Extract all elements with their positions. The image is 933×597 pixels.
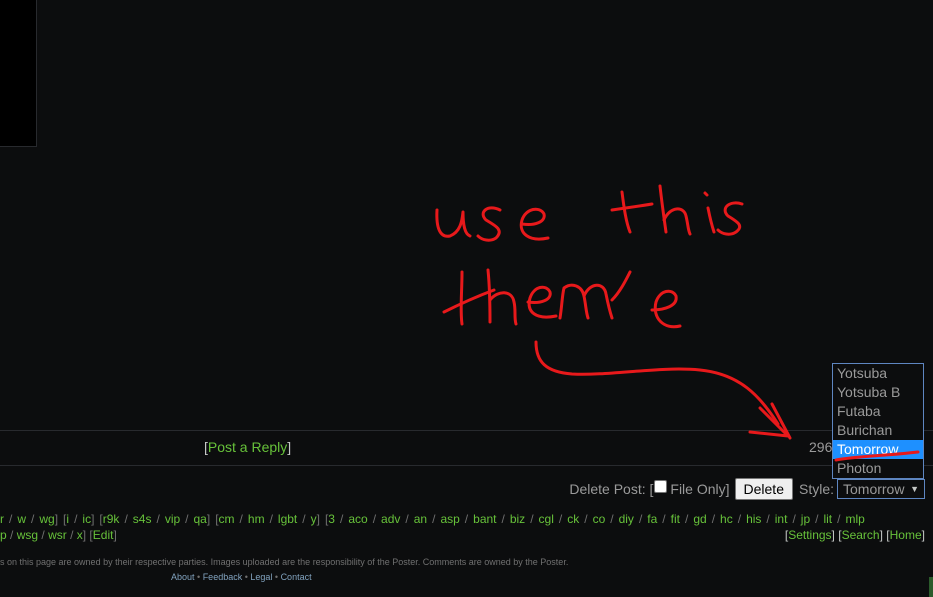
board-link[interactable]: s4s <box>133 512 152 526</box>
board-link[interactable]: biz <box>510 512 525 526</box>
board-link[interactable]: fa <box>647 512 657 526</box>
board-link[interactable]: adv <box>381 512 400 526</box>
board-link[interactable]: w <box>17 512 26 526</box>
footer-link-contact[interactable]: Contact <box>281 572 312 582</box>
style-option[interactable]: Futaba <box>833 402 923 421</box>
board-link[interactable]: wsg <box>17 528 38 542</box>
post-reply-link[interactable]: [Post a Reply] <box>204 439 291 455</box>
board-link[interactable]: hc <box>720 512 733 526</box>
board-link[interactable]: diy <box>619 512 634 526</box>
footer-link-feedback[interactable]: Feedback <box>203 572 243 582</box>
board-link[interactable]: p <box>0 528 7 542</box>
style-option[interactable]: Photon <box>833 459 923 478</box>
board-link[interactable]: hm <box>248 512 265 526</box>
board-link[interactable]: lit <box>823 512 832 526</box>
edit-link[interactable]: Edit <box>93 528 114 542</box>
handwritten-annotation <box>435 184 920 462</box>
style-option[interactable]: Tomorrow <box>833 440 923 459</box>
delete-button[interactable]: Delete <box>734 478 793 500</box>
style-option[interactable]: Yotsuba B <box>833 383 923 402</box>
board-link[interactable]: fit <box>671 512 680 526</box>
board-link[interactable]: r <box>0 512 4 526</box>
copyright-text: s on this page are owned by their respec… <box>0 557 569 567</box>
board-link[interactable]: i <box>66 512 69 526</box>
board-group: r / w / wg] <box>0 512 59 526</box>
file-only-checkbox[interactable] <box>654 479 668 493</box>
reply-bar: [Post a Reply] 296 <box>0 430 933 466</box>
board-group: [i / ic] <box>63 512 95 526</box>
file-only-label: File Only] <box>670 481 730 497</box>
board-link[interactable]: wg <box>39 512 54 526</box>
board-link[interactable]: ic <box>82 512 91 526</box>
board-link[interactable]: lgbt <box>278 512 297 526</box>
board-link[interactable]: qa <box>194 512 207 526</box>
thread-stats: 296 <box>809 439 833 455</box>
board-link[interactable]: mlp <box>845 512 864 526</box>
footer-link-legal[interactable]: Legal <box>250 572 272 582</box>
board-link[interactable]: asp <box>440 512 459 526</box>
style-selected-value: Tomorrow <box>843 481 905 497</box>
board-link[interactable]: 3 <box>328 512 335 526</box>
board-link[interactable]: his <box>746 512 761 526</box>
delete-post-label: Delete Post: [ <box>569 481 654 497</box>
board-list-continued: p / wsg / wsr / x] [Edit] <box>0 528 117 542</box>
delete-form: Delete Post: [ File Only] Delete Style: … <box>569 478 925 500</box>
board-group: [3/aco / adv / an / asp / bant / biz / cgl / ck / co / diy… <box>324 512 865 526</box>
board-group: [r9k / s4s / vip / qa] <box>99 512 211 526</box>
board-link[interactable]: an <box>414 512 427 526</box>
board-link[interactable]: aco <box>348 512 367 526</box>
board-link[interactable]: ck <box>567 512 579 526</box>
board-link[interactable]: gd <box>693 512 706 526</box>
board-link[interactable]: bant <box>473 512 496 526</box>
board-link[interactable]: wsr <box>48 528 67 542</box>
board-group: [cm / hm / lgbt / y] <box>215 512 320 526</box>
board-link[interactable]: jp <box>801 512 810 526</box>
board-link[interactable]: r9k <box>103 512 120 526</box>
nav-link-search[interactable]: Search <box>842 528 880 542</box>
style-label: Style: <box>798 481 834 497</box>
board-list: r / w / wg] [i / ic] [r9k / s4s / vip / qa] [cm / hm / lgbt… <box>0 511 933 527</box>
bottom-nav: [Settings] [Search] [Home] <box>784 528 925 542</box>
nav-link-settings[interactable]: Settings <box>788 528 831 542</box>
style-select[interactable]: Tomorrow ▼ <box>837 479 925 499</box>
board-link[interactable]: int <box>775 512 788 526</box>
dropdown-arrow-icon: ▼ <box>910 484 919 494</box>
style-dropdown-list[interactable]: Yotsuba Yotsuba B Futaba Burichan Tomorrow Ph… <box>832 363 924 479</box>
scroll-indicator <box>929 577 933 597</box>
board-link[interactable]: cm <box>219 512 235 526</box>
image-thumbnail[interactable] <box>0 0 37 147</box>
board-link[interactable]: vip <box>165 512 180 526</box>
nav-link-home[interactable]: Home <box>890 528 922 542</box>
style-option[interactable]: Yotsuba <box>833 364 923 383</box>
footer-link-about[interactable]: About <box>171 572 195 582</box>
style-option[interactable]: Burichan <box>833 421 923 440</box>
board-link[interactable]: cgl <box>539 512 554 526</box>
board-link[interactable]: co <box>593 512 606 526</box>
footer-links: About • Feedback • Legal • Contact <box>171 572 312 582</box>
